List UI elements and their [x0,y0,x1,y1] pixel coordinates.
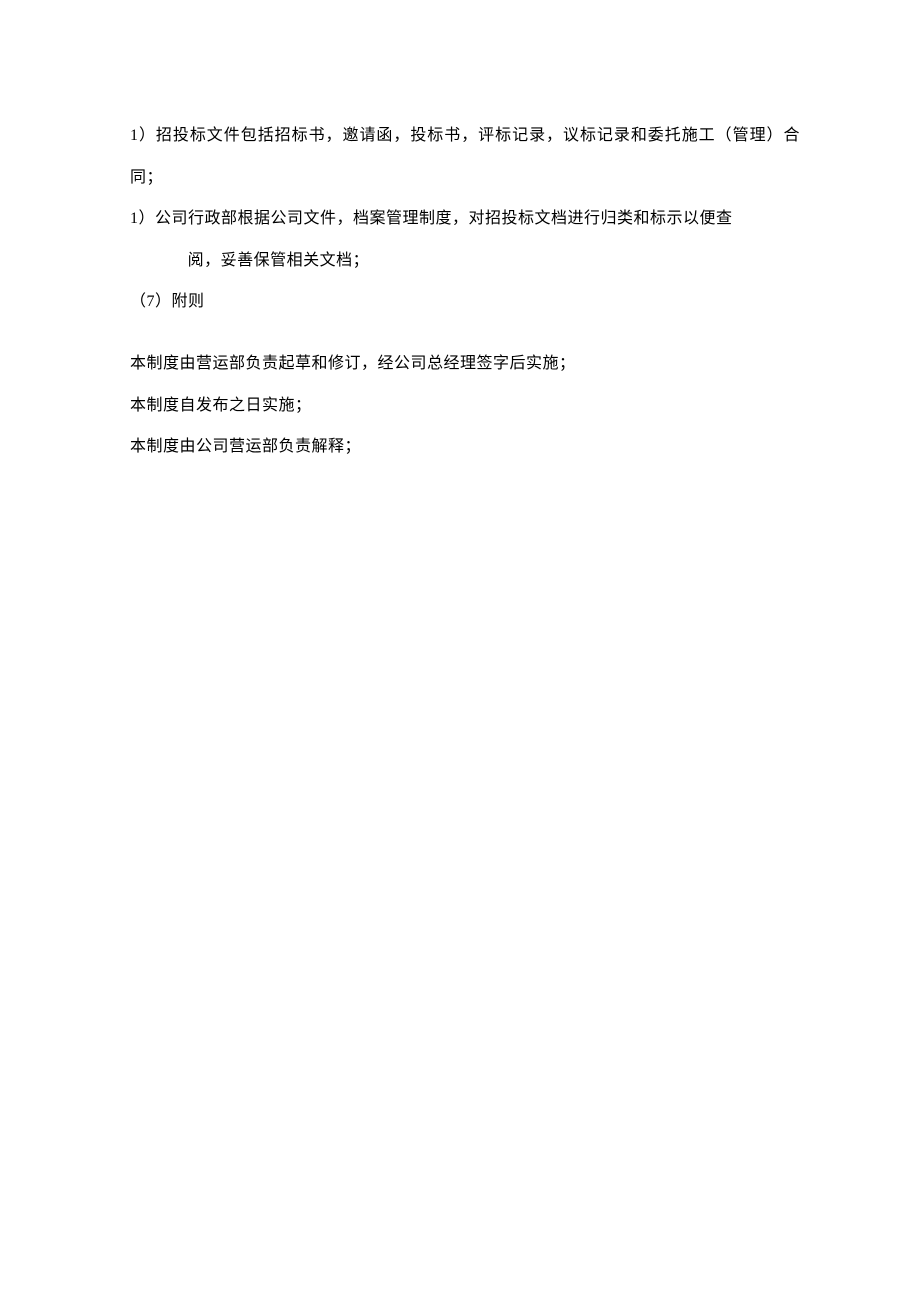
paragraph-5: 本制度自发布之日实施； [130,385,800,427]
paragraph-3: （7）附则 [130,281,800,323]
paragraph-2-cont: 阅，妥善保管相关文档； [130,240,800,282]
paragraph-2: 1）公司行政部根据公司文件，档案管理制度，对招投标文档进行归类和标示以便查 [130,198,800,240]
paragraph-1: 1）招投标文件包括招标书，邀请函，投标书，评标记录，议标记录和委托施工（管理）合… [130,115,800,198]
document-body: 1）招投标文件包括招标书，邀请函，投标书，评标记录，议标记录和委托施工（管理）合… [130,115,800,468]
paragraph-6: 本制度由公司营运部负责解释； [130,426,800,468]
paragraph-4: 本制度由营运部负责起草和修订，经公司总经理签字后实施； [130,343,800,385]
